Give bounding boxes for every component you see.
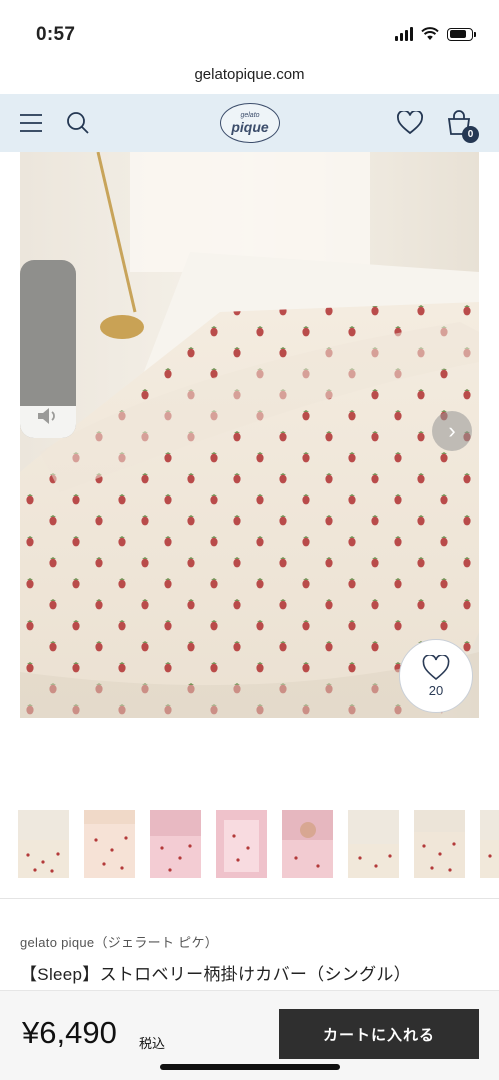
wifi-icon <box>421 27 439 40</box>
product-brand[interactable]: gelato pique（ジェラート ピケ） <box>20 932 218 951</box>
hamburger-icon <box>20 114 42 132</box>
thumbnail-7[interactable] <box>414 810 465 878</box>
chevron-right-icon: › <box>448 418 456 443</box>
status-bar: 0:57 <box>0 0 499 62</box>
battery-icon <box>447 27 476 41</box>
thumbnail-4[interactable] <box>216 810 267 878</box>
cart-button[interactable]: 0 <box>444 108 479 143</box>
favorite-button[interactable]: 20 <box>399 639 473 713</box>
heart-icon <box>397 111 423 135</box>
thumbnail-6[interactable] <box>348 810 399 878</box>
thumbnail-1[interactable] <box>18 810 69 878</box>
volume-indicator <box>20 260 76 438</box>
thumbnail-3[interactable] <box>150 810 201 878</box>
search-button[interactable] <box>63 108 93 138</box>
cart-count-badge: 0 <box>462 126 479 143</box>
thumbnail-8[interactable] <box>480 810 499 878</box>
heart-icon <box>422 654 450 680</box>
product-main-image[interactable] <box>20 152 479 718</box>
thumbnail-strip <box>18 810 499 878</box>
status-icons <box>395 27 476 41</box>
product-price: ¥6,490 <box>22 1015 117 1050</box>
tax-label: 税込 <box>139 1036 166 1051</box>
product-title: 【Sleep】ストロベリー柄掛けカバー（シングル） <box>20 965 411 984</box>
search-icon <box>67 112 89 134</box>
add-to-cart-button[interactable]: カートに入れる <box>279 1009 479 1059</box>
thumbnail-5[interactable] <box>282 810 333 878</box>
home-indicator[interactable] <box>160 1064 340 1070</box>
image-edge-right <box>479 152 499 718</box>
speaker-icon <box>38 408 55 424</box>
address-bar[interactable]: gelatopique.com <box>0 62 499 94</box>
signal-icon <box>395 27 413 41</box>
bed-photo <box>20 152 479 718</box>
site-logo[interactable]: gelato pique <box>220 103 280 143</box>
menu-button[interactable] <box>16 108 46 138</box>
logo-main-text: pique <box>231 119 269 135</box>
status-time: 0:57 <box>36 24 76 45</box>
next-image-button[interactable]: › <box>432 411 472 451</box>
divider <box>0 898 499 899</box>
thumbnail-2[interactable] <box>84 810 135 878</box>
image-edge-left <box>0 152 20 718</box>
favorite-count: 20 <box>428 682 444 698</box>
site-header: gelato pique 0 <box>0 94 499 152</box>
wishlist-button[interactable] <box>395 108 425 138</box>
